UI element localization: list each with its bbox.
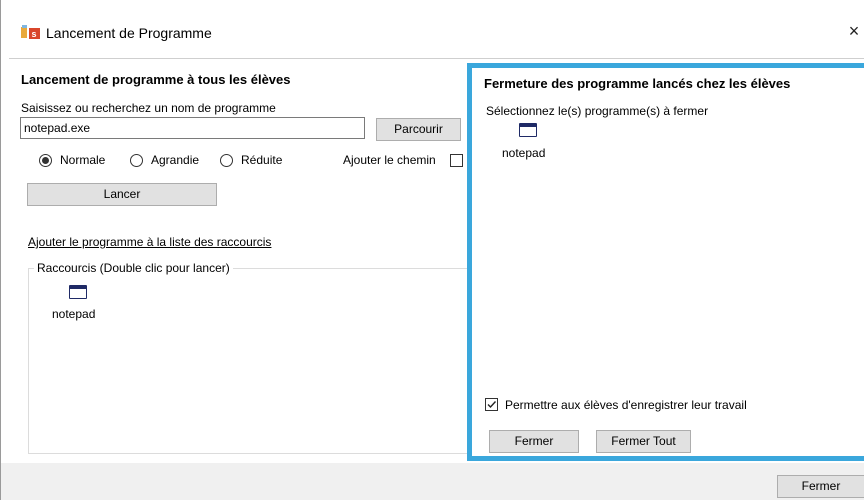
allow-save-checkbox[interactable] (485, 398, 498, 411)
radio-agrandie-label: Agrandie (151, 153, 200, 167)
launch-program-window: s Lancement de Programme × Lancement de … (0, 0, 864, 500)
check-icon (487, 401, 497, 409)
window-icon (519, 123, 537, 137)
close-section-title: Fermeture des programme lancés chez les … (484, 76, 791, 91)
window-title: Lancement de Programme (46, 25, 212, 41)
allow-save-label: Permettre aux élèves d'enregistrer leur … (505, 398, 747, 412)
add-path-label: Ajouter le chemin (343, 153, 436, 167)
footer-close-button[interactable]: Fermer (777, 475, 864, 498)
launch-section-title: Lancement de programme à tous les élèves (21, 72, 291, 87)
close-icon: × (848, 21, 860, 41)
shortcut-label: notepad (52, 307, 96, 321)
running-program-label: notepad (502, 146, 546, 160)
window-close-button[interactable]: × (843, 20, 864, 44)
running-program-item[interactable]: notepad (497, 120, 567, 165)
window-icon (69, 285, 87, 299)
shortcuts-title: Raccourcis (Double clic pour lancer) (34, 261, 233, 275)
browse-button[interactable]: Parcourir (376, 118, 461, 141)
close-selected-button[interactable]: Fermer (489, 430, 579, 453)
close-programs-prompt: Sélectionnez le(s) programme(s) à fermer (486, 104, 709, 118)
add-path-checkbox[interactable] (450, 154, 463, 167)
radio-agrandie[interactable] (130, 154, 143, 167)
add-shortcut-link[interactable]: Ajouter le programme à la liste des racc… (28, 235, 271, 249)
program-name-input[interactable] (20, 117, 365, 139)
radio-reduite-label: Réduite (241, 153, 283, 167)
title-bar: s Lancement de Programme × (1, 0, 864, 41)
svg-text:s: s (32, 29, 37, 39)
app-icon: s (21, 25, 40, 39)
close-programs-panel: Fermeture des programme lancés chez les … (467, 63, 864, 461)
radio-reduite[interactable] (220, 154, 233, 167)
radio-normale-label: Normale (60, 153, 106, 167)
program-name-prompt: Saisissez ou recherchez un nom de progra… (21, 101, 276, 115)
dialog-footer: Fermer (1, 463, 864, 500)
launch-button[interactable]: Lancer (27, 183, 217, 206)
shortcut-item[interactable]: notepad (47, 281, 117, 326)
radio-normale[interactable] (39, 154, 52, 167)
close-all-button[interactable]: Fermer Tout (596, 430, 691, 453)
